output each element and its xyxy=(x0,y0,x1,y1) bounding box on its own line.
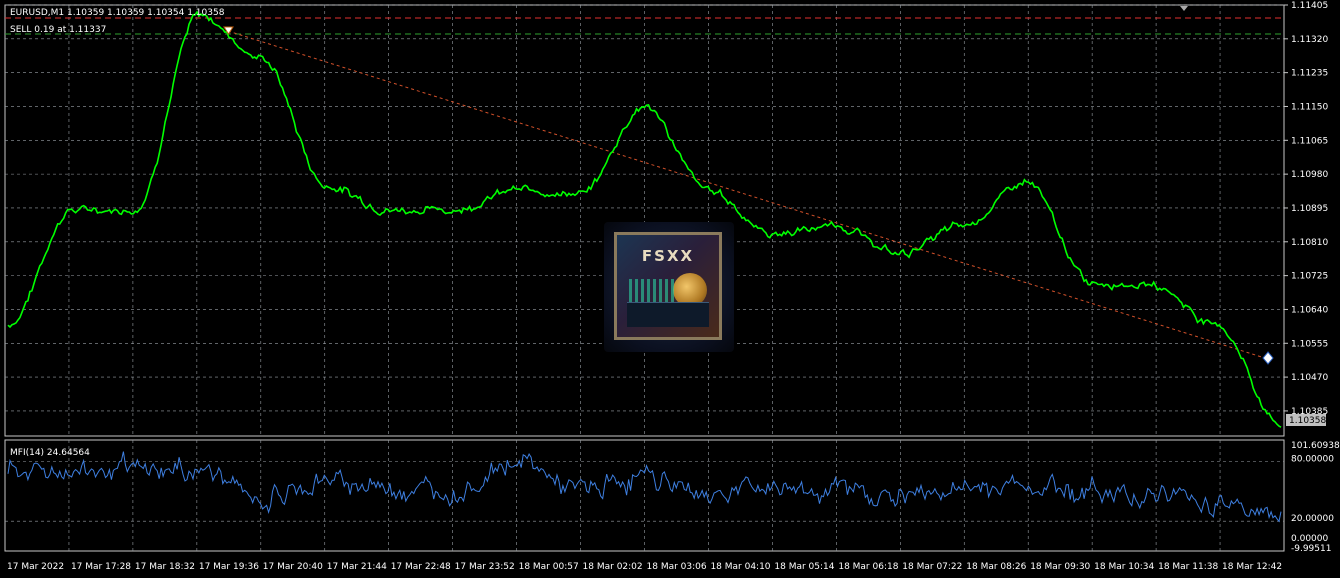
mfi-label: MFI(14) 24.64564 xyxy=(10,448,90,458)
time-tick-label: 18 Mar 10:34 xyxy=(1094,562,1154,572)
time-tick-label: 18 Mar 08:26 xyxy=(966,562,1026,572)
time-axis: 17 Mar 2022 17 Mar 17:28 17 Mar 18:32 17 Ma… xyxy=(7,562,1282,572)
time-tick-label: 18 Mar 07:22 xyxy=(902,562,962,572)
time-tick-label: 18 Mar 03:06 xyxy=(647,562,707,572)
mfi-axis: 101.60938 80.00000 20.00000 0.00000-9.99511 xyxy=(1291,441,1340,554)
mfi-tick-label: -9.99511 xyxy=(1291,544,1331,554)
time-tick-label: 17 Mar 22:48 xyxy=(391,562,451,572)
time-tick-label: 18 Mar 00:57 xyxy=(519,562,579,572)
price-tick-label: 1.10555 xyxy=(1291,339,1328,349)
mfi-tick-label: 20.00000 xyxy=(1291,514,1334,524)
mfi-tick-label: 0.00000 xyxy=(1291,534,1328,544)
time-tick-label: 17 Mar 17:28 xyxy=(71,562,131,572)
price-axis: 1.11405 1.11320 1.11235 1.11150 1.11065 1.109… xyxy=(1284,1,1328,417)
fsxx-logo: FSXX xyxy=(604,222,734,352)
time-tick-label: 18 Mar 05:14 xyxy=(774,562,834,572)
logo-frame: FSXX xyxy=(614,232,722,340)
current-price-label: 1.10358 xyxy=(1289,416,1326,426)
symbol-info: EURUSD,M1 1.10359 1.10359 1.10354 1.1035… xyxy=(10,8,225,18)
logo-panel xyxy=(627,302,709,327)
logo-text: FSXX xyxy=(641,247,695,265)
time-tick-label: 17 Mar 2022 xyxy=(7,562,64,572)
time-tick-label: 18 Mar 06:18 xyxy=(838,562,898,572)
price-tick-label: 1.10470 xyxy=(1291,373,1328,383)
price-tick-label: 1.11235 xyxy=(1291,69,1328,79)
order-info: SELL 0.19 at 1.11337 xyxy=(10,25,106,35)
time-tick-label: 18 Mar 02:02 xyxy=(583,562,643,572)
price-tick-label: 1.10895 xyxy=(1291,204,1328,214)
price-tick-label: 1.10640 xyxy=(1291,305,1328,315)
price-tick-label: 1.11405 xyxy=(1291,1,1328,11)
mfi-tick-label: 80.00000 xyxy=(1291,454,1334,464)
time-tick-label: 18 Mar 09:30 xyxy=(1030,562,1090,572)
price-tick-label: 1.11320 xyxy=(1291,35,1328,45)
price-tick-label: 1.10725 xyxy=(1291,272,1328,282)
mfi-tick-label: 101.60938 xyxy=(1291,441,1340,451)
price-tick-label: 1.11065 xyxy=(1291,136,1328,146)
time-tick-label: 17 Mar 19:36 xyxy=(199,562,259,572)
time-tick-label: 18 Mar 11:38 xyxy=(1158,562,1218,572)
time-tick-label: 17 Mar 18:32 xyxy=(135,562,195,572)
time-tick-label: 17 Mar 20:40 xyxy=(263,562,323,572)
price-tick-label: 1.11150 xyxy=(1291,102,1328,112)
time-tick-label: 17 Mar 23:52 xyxy=(455,562,515,572)
price-tick-label: 1.10810 xyxy=(1291,238,1328,248)
time-tick-label: 18 Mar 12:42 xyxy=(1222,562,1282,572)
time-tick-label: 18 Mar 04:10 xyxy=(710,562,770,572)
time-tick-label: 17 Mar 21:44 xyxy=(327,562,387,572)
price-tick-label: 1.10980 xyxy=(1291,170,1328,180)
